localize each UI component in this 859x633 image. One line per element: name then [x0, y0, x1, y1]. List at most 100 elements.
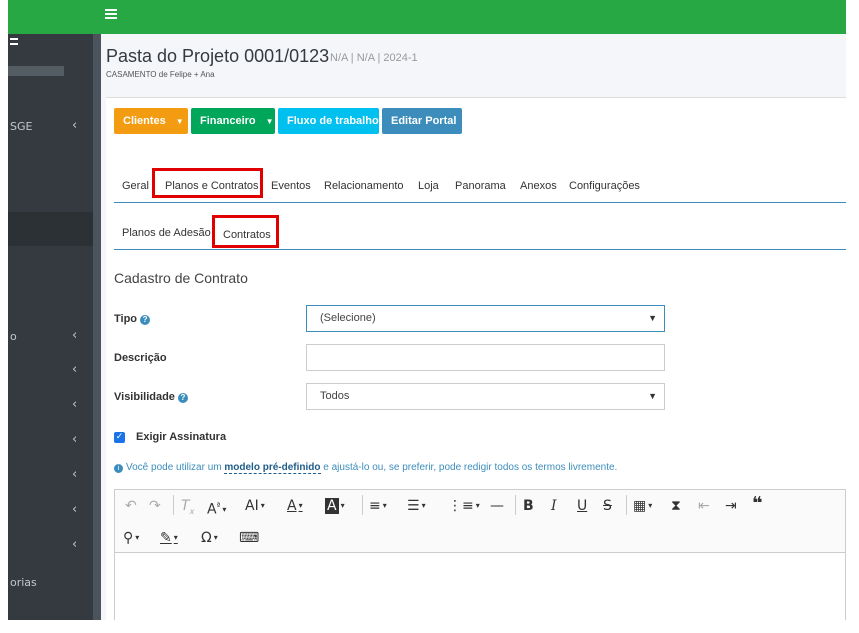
align-icon[interactable]: ≡ ▾ [369, 498, 387, 514]
bold-icon[interactable]: B [523, 498, 534, 514]
chevron-left-icon: ‹ [72, 362, 78, 377]
tab-panorama[interactable]: Panorama [455, 180, 506, 192]
content-header: Pasta do Projeto 0001/0123 N/A | N/A | 2… [101, 34, 846, 94]
tab-geral[interactable]: Geral [122, 180, 149, 192]
sidebar-item-label: orias [10, 576, 37, 589]
clientes-label: Clientes [123, 115, 166, 127]
sidebar-item[interactable]: ‹ [8, 537, 88, 555]
font-family-icon[interactable]: Aª ▾ [207, 498, 226, 518]
torn-edge [0, 620, 859, 633]
descricao-label: Descrição [114, 352, 167, 364]
sidebar-item-label: SGE [10, 120, 33, 133]
info-text: i Você pode utilizar um modelo pré-defini… [114, 462, 618, 474]
highlight-box [152, 168, 263, 198]
bullet-list-icon[interactable]: ☰ ▾ [407, 498, 426, 514]
italic-icon[interactable]: I [551, 498, 557, 514]
fluxo-label: Fluxo de trabalho [287, 115, 379, 127]
remove-format-icon[interactable]: Tx [181, 498, 194, 520]
sidebar-item-o[interactable]: o ‹ [8, 328, 88, 346]
modelo-pre-definido-link[interactable]: modelo pré-definido [224, 462, 321, 474]
main-card: Clientes ▼ Financeiro ▼ Fluxo de trabalho … [106, 97, 846, 622]
exigir-assinatura-checkbox[interactable]: ✓ [114, 432, 125, 443]
page-break-icon[interactable]: ⧗ [671, 498, 681, 514]
toolbar-separator [173, 495, 174, 515]
financeiro-label: Financeiro [200, 115, 256, 127]
tab-loja[interactable]: Loja [418, 180, 439, 192]
toolbar-separator [626, 495, 627, 515]
tipo-select[interactable]: (Selecione) ▼ [306, 305, 665, 332]
source-code-icon[interactable]: ⌨ [239, 530, 259, 546]
tipo-label-text: Tipo [114, 313, 138, 325]
main-tabs: Geral Planos e Contratos Eventos Relacio… [114, 168, 846, 203]
chevron-left-icon: ‹ [72, 502, 78, 517]
tab-relacionamento[interactable]: Relacionamento [324, 180, 404, 192]
indent-icon[interactable]: ⇥ [725, 498, 737, 514]
help-icon[interactable]: ? [177, 393, 188, 403]
strikethrough-icon[interactable]: S [603, 498, 612, 514]
tab-configuracoes[interactable]: Configurações [569, 180, 640, 192]
tab-eventos[interactable]: Eventos [271, 180, 311, 192]
special-characters-icon[interactable]: Ω ▾ [201, 530, 218, 546]
sidebar-item-sge[interactable]: SGE ‹ [8, 118, 88, 136]
chevron-left-icon: ‹ [72, 432, 78, 447]
visibilidade-select-value: Todos [320, 390, 350, 402]
font-size-icon[interactable]: AI ▾ [245, 498, 265, 514]
toolbar-separator [362, 495, 363, 515]
info-text-after: e ajustá-lo ou, se preferir, pode redigi… [320, 462, 618, 473]
section-title: Cadastro de Contrato [114, 270, 248, 286]
sidebar-item-orias[interactable]: orias [8, 574, 88, 592]
numbered-list-icon[interactable]: ⋮≡ ▾ [448, 498, 480, 514]
tipo-label: Tipo? [114, 313, 151, 325]
sidebar-item[interactable]: ‹ [8, 502, 88, 520]
rich-text-editor: ↶ ↷ Tx Aª ▾ AI ▾ A ▾ A ▾ ≡ ▾ ☰ ▾ ⋮≡ ▾ — B I U S… [114, 489, 846, 622]
exigir-assinatura-label: Exigir Assinatura [136, 431, 227, 443]
caret-down-icon: ▼ [175, 117, 184, 126]
sidebar-item[interactable]: ‹ [8, 362, 88, 380]
toolbar-separator [515, 495, 516, 515]
outdent-icon[interactable]: ⇤ [698, 498, 710, 514]
sidebar-item[interactable]: ‹ [8, 467, 88, 485]
descricao-input[interactable] [306, 344, 665, 371]
highlight-icon[interactable]: ✎ ▾ [160, 530, 178, 546]
sidebar-item[interactable]: ‹ [8, 397, 88, 415]
undo-icon[interactable]: ↶ [125, 498, 137, 514]
caret-down-icon: ▼ [265, 117, 274, 126]
chevron-left-icon: ‹ [72, 467, 78, 482]
subtab-planos-de-adesao[interactable]: Planos de Adesão [122, 227, 211, 239]
sidebar-item[interactable]: ‹ [8, 432, 88, 450]
visibilidade-select[interactable]: Todos ▼ [306, 383, 665, 410]
blockquote-icon[interactable]: ❝ [752, 495, 763, 513]
chevron-left-icon: ‹ [72, 537, 78, 552]
menu-toggle-icon[interactable] [105, 9, 117, 21]
fluxo-de-trabalho-button[interactable]: Fluxo de trabalho [278, 108, 379, 134]
font-color-icon[interactable]: A ▾ [287, 498, 303, 514]
sidebar-edge [93, 34, 101, 622]
horizontal-line-icon[interactable]: — [490, 498, 504, 514]
app-window: SGE ‹ o ‹ ‹ ‹ ‹ ‹ ‹ ‹ orias Pasta do Pro… [8, 0, 846, 622]
find-replace-icon[interactable]: ⚲ ▾ [123, 530, 139, 546]
sidebar-item-label: o [10, 330, 17, 343]
editar-portal-label: Editar Portal [391, 115, 457, 127]
background-color-icon[interactable]: A ▾ [325, 498, 345, 514]
underline-icon[interactable]: U [577, 498, 587, 514]
page-subtitle: CASAMENTO de Felipe + Ana [106, 70, 215, 79]
help-icon[interactable]: ? [140, 315, 151, 325]
sidebar-item-active[interactable] [8, 212, 93, 246]
editar-portal-button[interactable]: Editar Portal [382, 108, 462, 134]
user-panel-blurred [8, 66, 64, 76]
page-meta: N/A | N/A | 2024-1 [330, 52, 418, 64]
table-icon[interactable]: ▦ ▾ [633, 498, 652, 514]
clientes-button[interactable]: Clientes ▼ [114, 108, 188, 134]
chevron-down-icon: ▼ [648, 391, 657, 401]
financeiro-button[interactable]: Financeiro ▼ [191, 108, 275, 134]
editor-toolbar: ↶ ↷ Tx Aª ▾ AI ▾ A ▾ A ▾ ≡ ▾ ☰ ▾ ⋮≡ ▾ — B I U S… [115, 490, 845, 553]
visibilidade-label-text: Visibilidade [114, 391, 175, 403]
brand-logo [8, 34, 22, 50]
top-navbar [8, 0, 846, 34]
info-icon: i [114, 464, 123, 473]
info-text-before: Você pode utilizar um [126, 462, 225, 473]
sidebar: SGE ‹ o ‹ ‹ ‹ ‹ ‹ ‹ ‹ orias [8, 34, 93, 622]
chevron-left-icon: ‹ [72, 397, 78, 412]
tab-anexos[interactable]: Anexos [520, 180, 557, 192]
redo-icon[interactable]: ↷ [149, 498, 161, 514]
